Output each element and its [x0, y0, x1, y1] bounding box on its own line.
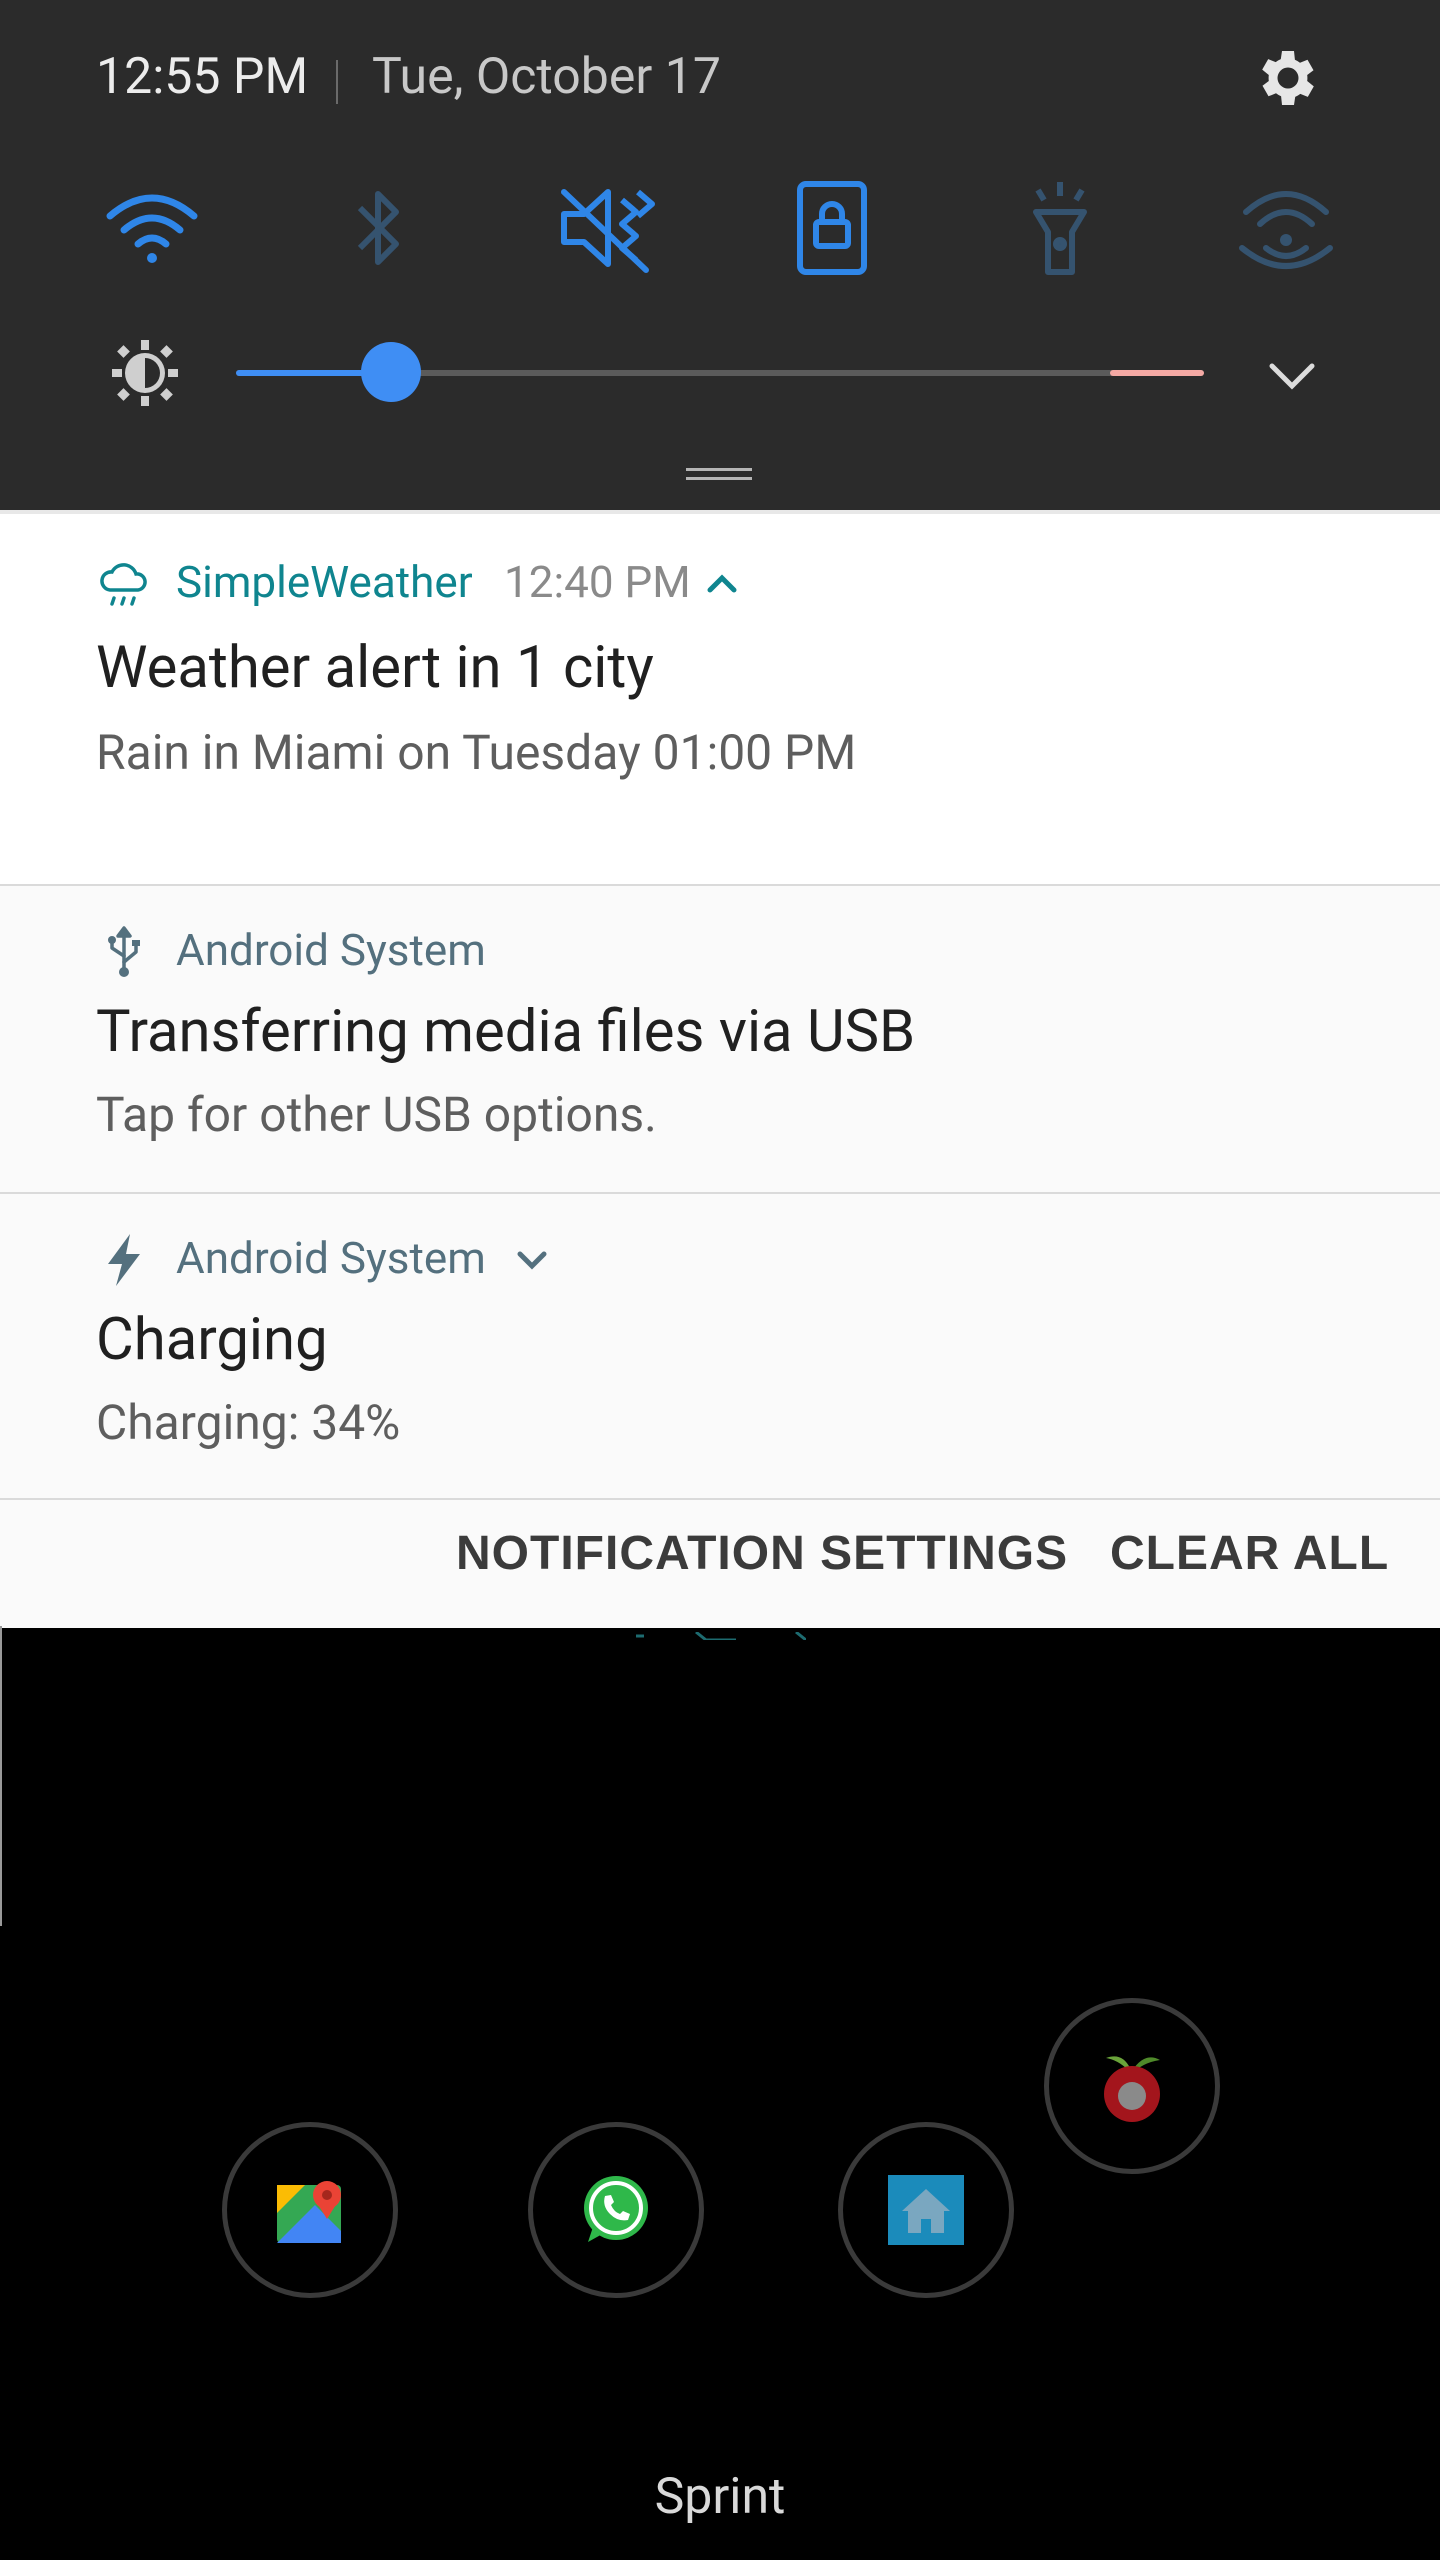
- notification-title: Transferring media files via USB: [96, 998, 916, 1066]
- partially-hidden-widget: [636, 1625, 807, 1642]
- charging-bolt-icon: [96, 1232, 152, 1288]
- weather-cloud-icon: [96, 556, 152, 612]
- notification-weather[interactable]: SimpleWeather 12:40 PM Weather alert in …: [0, 510, 1440, 886]
- expand-chevron-icon[interactable]: [1262, 346, 1322, 406]
- notification-text: Rain in Miami on Tuesday 01:00 PM: [96, 724, 857, 781]
- notification-app-name: Android System: [176, 1232, 486, 1284]
- brightness-slider-thumb[interactable]: [360, 342, 421, 402]
- brightness-warning-range: [1110, 370, 1204, 376]
- notification-text: Tap for other USB options.: [96, 1086, 657, 1143]
- clear-all-button[interactable]: CLEAR ALL: [1110, 1526, 1389, 1581]
- notification-title: Charging: [96, 1306, 328, 1374]
- divider: [336, 60, 338, 104]
- notification-time: 12:40 PM: [504, 556, 691, 608]
- settings-gear-icon[interactable]: [1252, 42, 1324, 114]
- mobile-hotspot-icon[interactable]: [1236, 178, 1336, 278]
- home-edge-line: [0, 1626, 2, 1926]
- home-app-icon[interactable]: [838, 2122, 1014, 2298]
- collapse-chevron-icon[interactable]: [702, 564, 742, 604]
- panel-drag-handle[interactable]: [686, 468, 752, 482]
- bluetooth-icon[interactable]: [328, 178, 428, 278]
- wifi-icon[interactable]: [102, 178, 202, 278]
- notification-charging[interactable]: Android System Charging Charging: 34%: [0, 1194, 1440, 1500]
- notification-usb[interactable]: Android System Transferring media files …: [0, 886, 1440, 1194]
- notification-app-name: SimpleWeather: [176, 556, 473, 608]
- notification-text: Charging: 34%: [96, 1394, 401, 1451]
- flashlight-icon[interactable]: [1010, 178, 1110, 278]
- notification-title: Weather alert in 1 city: [96, 634, 654, 702]
- expand-chevron-icon[interactable]: [512, 1240, 552, 1280]
- carrier-label: Sprint: [654, 2468, 786, 2526]
- usb-icon: [96, 924, 152, 980]
- screen-rotation-lock-icon[interactable]: [782, 178, 882, 278]
- whatsapp-app-icon[interactable]: [528, 2122, 704, 2298]
- quick-settings-panel: 12:55 PM Tue, October 17: [0, 0, 1440, 510]
- sound-mute-icon[interactable]: [556, 178, 656, 278]
- pi-hole-app-icon[interactable]: [1044, 1998, 1220, 2174]
- maps-app-icon[interactable]: [222, 2122, 398, 2298]
- brightness-icon: [110, 338, 180, 408]
- notification-settings-button[interactable]: NOTIFICATION SETTINGS: [456, 1526, 1068, 1581]
- date[interactable]: Tue, October 17: [372, 48, 721, 106]
- notification-actions-bar: NOTIFICATION SETTINGS CLEAR ALL: [0, 1500, 1440, 1628]
- notification-app-name: Android System: [176, 924, 486, 976]
- notification-list: SimpleWeather 12:40 PM Weather alert in …: [0, 510, 1440, 1628]
- clock: 12:55 PM: [96, 48, 309, 106]
